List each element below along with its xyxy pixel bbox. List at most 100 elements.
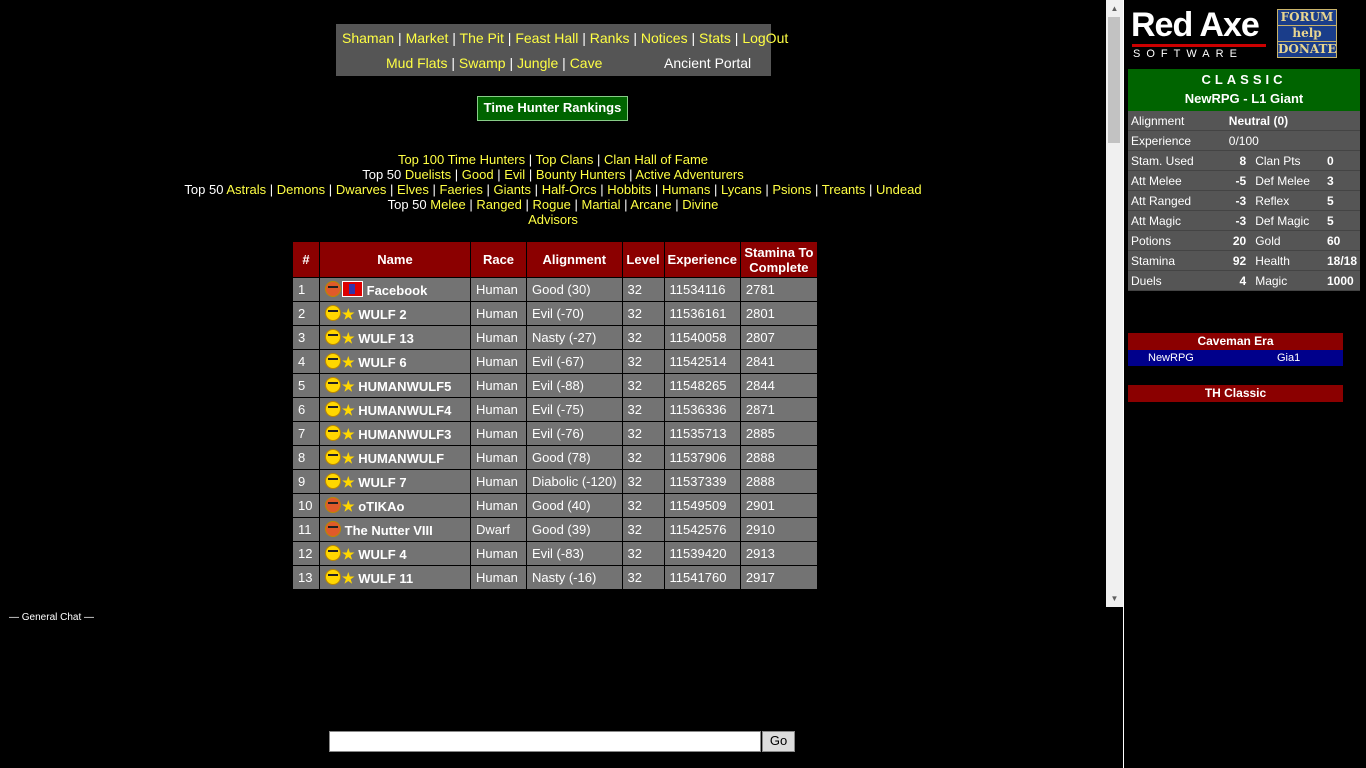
link-elves[interactable]: Elves <box>397 182 429 197</box>
chat-go-button[interactable]: Go <box>762 731 795 752</box>
nav-swamp[interactable]: Swamp <box>459 55 506 71</box>
star-icon: ★ <box>342 305 355 322</box>
link-top-100-time-hunters[interactable]: Top 100 Time Hunters <box>398 152 525 167</box>
cell-name[interactable]: ★ HUMANWULF <box>319 445 471 470</box>
nav-shaman[interactable]: Shaman <box>342 30 394 46</box>
player-name[interactable]: Facebook <box>367 283 428 298</box>
cell-name[interactable]: ★ WULF 7 <box>319 469 471 494</box>
link-giants[interactable]: Giants <box>493 182 531 197</box>
cell-alignment: Nasty (-16) <box>526 565 623 590</box>
nav-ancient-portal[interactable]: Ancient Portal <box>664 55 751 71</box>
nav-the-pit[interactable]: The Pit <box>460 30 504 46</box>
nav-row-1: Shaman | Market | The Pit | Feast Hall |… <box>342 30 788 46</box>
cell-rank: 8 <box>292 445 320 470</box>
th-classic-button[interactable]: TH Classic <box>1128 385 1343 402</box>
player-name[interactable]: WULF 7 <box>358 475 406 490</box>
link-faeries[interactable]: Faeries <box>439 182 482 197</box>
link-sep: | <box>432 182 436 197</box>
cell-name[interactable]: ★ WULF 2 <box>319 301 471 326</box>
cell-name[interactable]: The Nutter VIII <box>319 517 471 542</box>
link-active-adventurers[interactable]: Active Adventurers <box>635 167 743 182</box>
player-name[interactable]: WULF 2 <box>358 307 406 322</box>
player-name[interactable]: WULF 11 <box>358 571 413 586</box>
player-name[interactable]: HUMANWULF3 <box>358 427 451 442</box>
nav-market[interactable]: Market <box>406 30 449 46</box>
character-name[interactable]: NewRPG - L1 Giant <box>1128 91 1360 106</box>
nav-jungle[interactable]: Jungle <box>517 55 558 71</box>
era-title[interactable]: Caveman Era <box>1128 333 1343 350</box>
cell-race: Human <box>470 565 527 590</box>
nav-cave[interactable]: Cave <box>570 55 603 71</box>
cell-name[interactable]: Facebook <box>319 277 471 302</box>
cell-name[interactable]: ★ HUMANWULF3 <box>319 421 471 446</box>
cell-level: 32 <box>621 373 665 398</box>
link-half-orcs[interactable]: Half-Orcs <box>542 182 597 197</box>
cell-alignment: Evil (-75) <box>526 397 623 422</box>
link-bounty-hunters[interactable]: Bounty Hunters <box>536 167 626 182</box>
link-lycans[interactable]: Lycans <box>721 182 762 197</box>
player-name[interactable]: WULF 13 <box>358 331 414 346</box>
cell-name[interactable]: ★ WULF 13 <box>319 325 471 350</box>
nav-stats[interactable]: Stats <box>699 30 731 46</box>
forum-button[interactable]: FORUM <box>1277 9 1337 26</box>
main-scrollbar[interactable]: ▲ ▼ <box>1106 0 1123 607</box>
scroll-thumb[interactable] <box>1108 17 1120 143</box>
link-duelists[interactable]: Duelists <box>405 167 451 182</box>
cell-stamina: 2901 <box>739 493 818 518</box>
link-psions[interactable]: Psions <box>772 182 811 197</box>
cell-name[interactable]: ★ WULF 11 <box>319 565 471 590</box>
link-undead[interactable]: Undead <box>876 182 922 197</box>
player-name[interactable]: HUMANWULF4 <box>358 403 451 418</box>
time-hunter-rankings-button[interactable]: Time Hunter Rankings <box>477 96 628 121</box>
cell-alignment: Evil (-88) <box>526 373 623 398</box>
player-name[interactable]: The Nutter VIII <box>345 523 433 538</box>
scroll-up-icon[interactable]: ▲ <box>1106 0 1123 17</box>
player-name[interactable]: HUMANWULF5 <box>358 379 451 394</box>
red-axe-logo[interactable]: Red Axe SOFTWARE <box>1131 8 1267 60</box>
cell-name[interactable]: ★ WULF 4 <box>319 541 471 566</box>
player-name[interactable]: WULF 6 <box>358 355 406 370</box>
nav-logout[interactable]: LogOut <box>742 30 788 46</box>
link-clan-hall-of-fame[interactable]: Clan Hall of Fame <box>604 152 708 167</box>
cell-rank: 5 <box>292 373 320 398</box>
link-demons[interactable]: Demons <box>277 182 325 197</box>
link-dwarves[interactable]: Dwarves <box>336 182 387 197</box>
link-good[interactable]: Good <box>462 167 494 182</box>
cell-name[interactable]: ★ oTIKAo <box>319 493 471 518</box>
link-astrals[interactable]: Astrals <box>226 182 266 197</box>
link-hobbits[interactable]: Hobbits <box>607 182 651 197</box>
player-name[interactable]: HUMANWULF <box>358 451 444 466</box>
cell-name[interactable]: ★ HUMANWULF4 <box>319 397 471 422</box>
cell-stamina: 2801 <box>739 301 818 326</box>
scroll-down-icon[interactable]: ▼ <box>1106 590 1123 607</box>
link-martial[interactable]: Martial <box>581 197 620 212</box>
link-sep: | <box>654 182 659 197</box>
link-top-clans[interactable]: Top Clans <box>536 152 594 167</box>
nav-feast-hall[interactable]: Feast Hall <box>515 30 578 46</box>
player-name[interactable]: WULF 4 <box>358 547 406 562</box>
nav-mud-flats[interactable]: Mud Flats <box>386 55 447 71</box>
link-arcane[interactable]: Arcane <box>630 197 671 212</box>
cell-name[interactable]: ★ WULF 6 <box>319 349 471 374</box>
donate-button[interactable]: DONATE <box>1277 41 1337 58</box>
player-name[interactable]: oTIKAo <box>358 499 404 514</box>
link-ranged[interactable]: Ranged <box>476 197 522 212</box>
link-evil[interactable]: Evil <box>504 167 525 182</box>
era-row[interactable]: NewRPG Gia1 <box>1128 350 1343 366</box>
nav-ranks[interactable]: Ranks <box>590 30 630 46</box>
link-treants[interactable]: Treants <box>822 182 866 197</box>
help-button[interactable]: help <box>1277 25 1337 42</box>
link-humans[interactable]: Humans <box>662 182 710 197</box>
cell-rank: 6 <box>292 397 320 422</box>
link-rogue[interactable]: Rogue <box>533 197 571 212</box>
stat-row: Experience 0/100 <box>1128 130 1360 151</box>
nav-notices[interactable]: Notices <box>641 30 688 46</box>
link-melee[interactable]: Melee <box>430 197 465 212</box>
chat-input[interactable] <box>329 731 761 752</box>
cell-name[interactable]: ★ HUMANWULF5 <box>319 373 471 398</box>
link-divine[interactable]: Divine <box>682 197 718 212</box>
rankings-table: # Name Race Alignment Level Experience S… <box>292 241 818 590</box>
nav-sep: | <box>398 30 402 46</box>
link-sep: | <box>486 182 490 197</box>
link-advisors[interactable]: Advisors <box>528 212 578 227</box>
